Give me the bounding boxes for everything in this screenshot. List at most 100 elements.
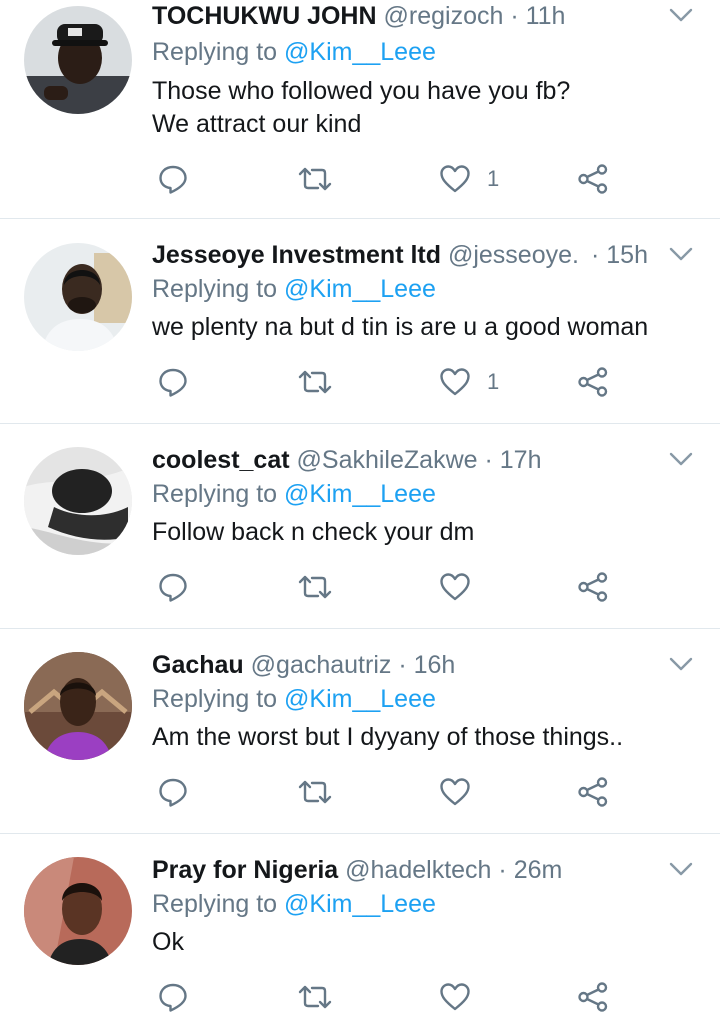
reply-bubble-icon: [159, 165, 187, 194]
heart-icon: [440, 368, 470, 396]
avatar[interactable]: [24, 243, 132, 351]
reply-item[interactable]: Jesseoye Investment ltd @jesseoye... · 1…: [0, 219, 720, 424]
reply-text: Am the worst but I dyyany of those thing…: [152, 721, 680, 754]
reply-text-line: Am the worst but I dyyany of those thing…: [152, 723, 624, 751]
like-button[interactable]: 1: [439, 162, 499, 196]
reply-text: Those who followed you have you fb? We a…: [152, 75, 680, 141]
reply-time: · 15h: [591, 237, 648, 273]
avatar[interactable]: [24, 652, 132, 760]
retweet-button[interactable]: [297, 162, 333, 196]
separator-dot: ·: [484, 446, 493, 474]
chevron-down-icon[interactable]: [666, 239, 696, 269]
retweet-icon: [298, 780, 332, 804]
replying-to: Replying to @Kim__Leee: [152, 887, 436, 921]
timestamp[interactable]: 15h: [606, 241, 648, 269]
display-name[interactable]: TOCHUKWU JOHN: [152, 2, 377, 30]
heart-icon: [440, 983, 470, 1011]
reply-button[interactable]: [157, 775, 189, 809]
display-name[interactable]: Pray for Nigeria: [152, 856, 338, 884]
replying-to: Replying to @Kim__Leee: [152, 682, 436, 716]
heart-icon: [440, 165, 470, 193]
chevron-down-icon[interactable]: [666, 649, 696, 679]
user-handle[interactable]: @hadelktech: [345, 856, 491, 884]
share-icon: [578, 164, 608, 194]
avatar[interactable]: [24, 447, 132, 555]
mention-link[interactable]: @Kim__Leee: [284, 480, 436, 508]
chevron-down-icon[interactable]: [666, 444, 696, 474]
reply-text: Follow back n check your dm: [152, 516, 680, 549]
retweet-button[interactable]: [297, 570, 333, 604]
avatar[interactable]: [24, 6, 132, 114]
reply-button[interactable]: [157, 162, 189, 196]
retweet-icon: [298, 167, 332, 191]
reply-button[interactable]: [157, 570, 189, 604]
replying-prefix: Replying to: [152, 480, 285, 508]
user-handle[interactable]: @gachautriz: [251, 651, 392, 679]
mention-link[interactable]: @Kim__Leee: [284, 890, 436, 918]
share-button[interactable]: [577, 570, 609, 604]
reply-text-line: We attract our kind: [152, 110, 362, 138]
reply-thread: TOCHUKWU JOHN @regizoch · 11h Replying t…: [0, 0, 720, 1018]
replying-to: Replying to @Kim__Leee: [152, 272, 436, 306]
replying-prefix: Replying to: [152, 685, 285, 713]
reply-header: Pray for Nigeria @hadelktech · 26m: [152, 852, 648, 888]
replying-prefix: Replying to: [152, 275, 285, 303]
mention-link[interactable]: @Kim__Leee: [284, 38, 436, 66]
display-name[interactable]: Jesseoye Investment ltd: [152, 241, 441, 269]
timestamp[interactable]: 17h: [500, 446, 542, 474]
share-icon: [578, 367, 608, 397]
replying-prefix: Replying to: [152, 890, 285, 918]
separator-dot: ·: [510, 2, 519, 30]
reply-item[interactable]: coolest_cat @SakhileZakwe · 17h Replying…: [0, 424, 720, 629]
like-button[interactable]: 1: [439, 365, 499, 399]
reply-button[interactable]: [157, 980, 189, 1014]
chevron-down-icon[interactable]: [666, 0, 696, 30]
like-button[interactable]: [439, 980, 487, 1014]
like-button[interactable]: [439, 570, 487, 604]
reply-bubble-icon: [159, 778, 187, 807]
chevron-down-icon[interactable]: [666, 854, 696, 884]
mention-link[interactable]: @Kim__Leee: [284, 275, 436, 303]
retweet-button[interactable]: [297, 775, 333, 809]
avatar[interactable]: [24, 857, 132, 965]
share-icon: [578, 572, 608, 602]
reply-text: we plenty na but d tin is are u a good w…: [152, 311, 680, 344]
share-button[interactable]: [577, 365, 609, 399]
user-handle[interactable]: @SakhileZakwe: [297, 446, 478, 474]
replying-to: Replying to @Kim__Leee: [152, 477, 436, 511]
reply-item[interactable]: Pray for Nigeria @hadelktech · 26m Reply…: [0, 834, 720, 1018]
separator-dot: ·: [398, 651, 407, 679]
display-name[interactable]: coolest_cat: [152, 446, 290, 474]
reply-bubble-icon: [159, 983, 187, 1012]
retweet-button[interactable]: [297, 365, 333, 399]
reply-header: coolest_cat @SakhileZakwe · 17h: [152, 442, 648, 478]
share-button[interactable]: [577, 162, 609, 196]
reply-text-line: Ok: [152, 928, 184, 956]
reply-item[interactable]: Gachau @gachautriz · 16h Replying to @Ki…: [0, 629, 720, 834]
reply-header: TOCHUKWU JOHN @regizoch · 11h: [152, 0, 648, 34]
like-button[interactable]: [439, 775, 487, 809]
separator-dot: ·: [591, 241, 600, 269]
heart-icon: [440, 778, 470, 806]
mention-link[interactable]: @Kim__Leee: [284, 685, 436, 713]
display-name[interactable]: Gachau: [152, 651, 244, 679]
share-button[interactable]: [577, 775, 609, 809]
reply-header: Jesseoye Investment ltd @jesseoye...: [152, 237, 580, 273]
retweet-button[interactable]: [297, 980, 333, 1014]
reply-bubble-icon: [159, 368, 187, 397]
share-button[interactable]: [577, 980, 609, 1014]
reply-text: Ok: [152, 926, 680, 959]
user-handle[interactable]: @regizoch: [384, 2, 504, 30]
heart-icon: [440, 573, 470, 601]
timestamp[interactable]: 16h: [414, 651, 456, 679]
reply-button[interactable]: [157, 365, 189, 399]
reply-text-line: we plenty na but d tin is are u a good w…: [152, 313, 649, 341]
retweet-icon: [298, 370, 332, 394]
share-icon: [578, 777, 608, 807]
reply-item[interactable]: TOCHUKWU JOHN @regizoch · 11h Replying t…: [0, 0, 720, 219]
timestamp[interactable]: 26m: [514, 856, 563, 884]
reply-text-line: Those who followed you have you fb?: [152, 77, 571, 105]
timestamp[interactable]: 11h: [526, 2, 566, 30]
user-handle[interactable]: @jesseoye...: [448, 241, 580, 269]
replying-to: Replying to @Kim__Leee: [152, 35, 436, 69]
